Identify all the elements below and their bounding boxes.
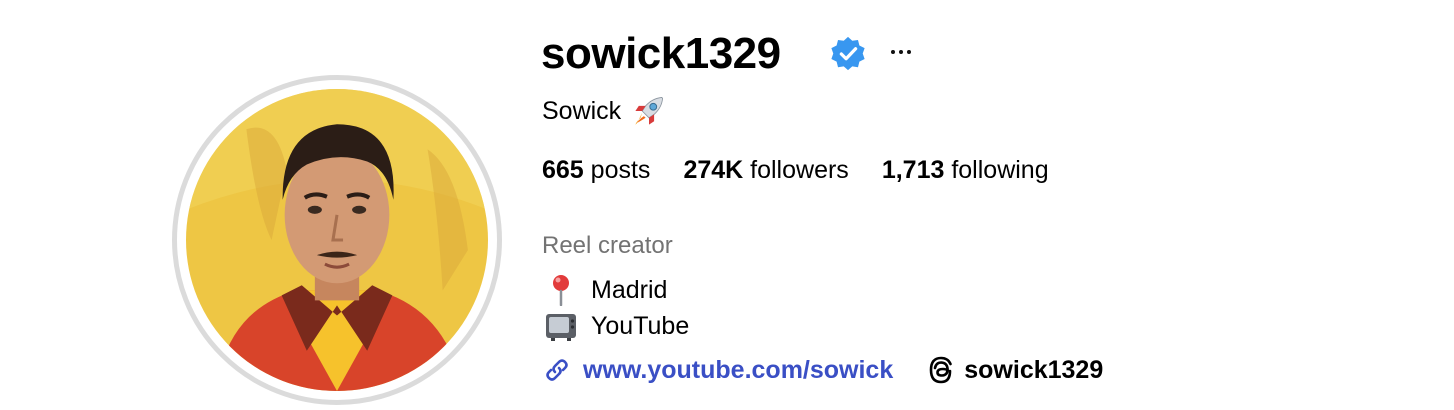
category-label: Reel creator	[542, 232, 673, 259]
more-dot-icon	[891, 50, 895, 54]
username: sowick1329	[541, 29, 781, 78]
followers-stat[interactable]: 274K followers	[683, 154, 848, 186]
full-name-row: Sowick	[542, 94, 667, 128]
website-link[interactable]: www.youtube.com/sowick	[583, 354, 893, 386]
links-row: www.youtube.com/sowick sowick1329	[542, 354, 1103, 386]
bio-youtube-text: YouTube	[591, 312, 690, 340]
threads-username: sowick1329	[964, 356, 1104, 384]
more-dot-icon	[907, 50, 911, 54]
link-icon	[546, 359, 568, 381]
following-count: 1,713	[881, 156, 945, 184]
more-options-button[interactable]	[884, 38, 918, 66]
bio-location-text: Madrid	[591, 276, 668, 304]
profile-stats: 665 posts 274K followers 1,713 following	[542, 154, 1082, 186]
threads-icon	[929, 356, 953, 384]
threads-link[interactable]: sowick1329	[927, 354, 1103, 386]
round-pushpin-icon	[553, 275, 569, 306]
rocket-icon	[635, 96, 664, 125]
followers-label: followers	[750, 156, 849, 184]
television-icon	[546, 314, 576, 341]
followers-count: 274K	[683, 156, 744, 184]
following-label: following	[951, 156, 1049, 184]
profile-photo	[186, 89, 488, 391]
full-name: Sowick	[542, 97, 622, 125]
bio-line-youtube: YouTube	[544, 310, 689, 342]
posts-stat[interactable]: 665 posts	[542, 154, 650, 186]
more-dot-icon	[899, 50, 903, 54]
posts-count: 665	[542, 156, 584, 184]
avatar[interactable]	[186, 89, 488, 391]
bio-line-location: Madrid	[544, 274, 667, 306]
following-stat[interactable]: 1,713 following	[882, 154, 1049, 186]
posts-label: posts	[590, 156, 651, 184]
verified-badge-icon	[831, 36, 865, 71]
